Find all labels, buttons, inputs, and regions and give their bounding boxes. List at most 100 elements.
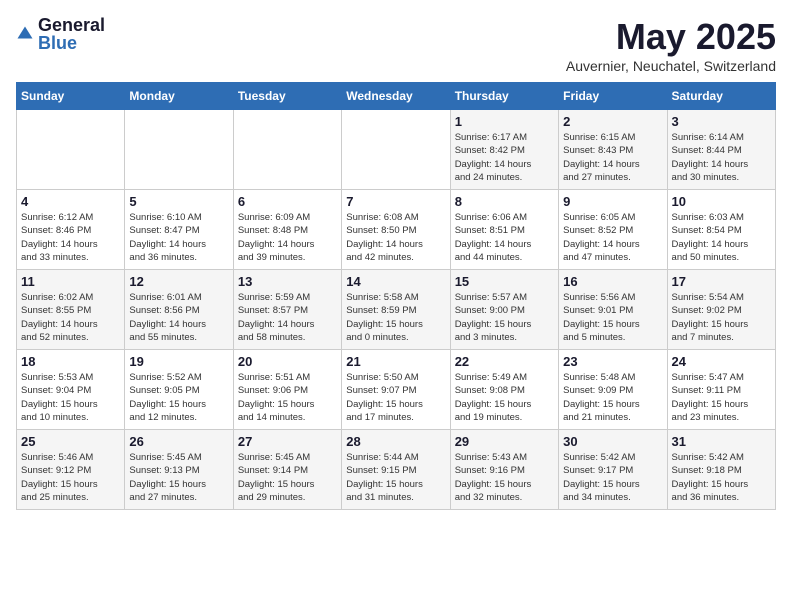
day-info: Sunrise: 6:09 AM Sunset: 8:48 PM Dayligh…	[238, 211, 337, 264]
day-info: Sunrise: 5:53 AM Sunset: 9:04 PM Dayligh…	[21, 371, 120, 424]
header-cell-tuesday: Tuesday	[233, 83, 341, 110]
day-info: Sunrise: 5:47 AM Sunset: 9:11 PM Dayligh…	[672, 371, 771, 424]
day-number: 31	[672, 434, 771, 449]
day-number: 7	[346, 194, 445, 209]
calendar-cell: 8 Sunrise: 6:06 AM Sunset: 8:51 PM Daylig…	[450, 190, 558, 270]
header-cell-wednesday: Wednesday	[342, 83, 450, 110]
calendar-cell: 29 Sunrise: 5:43 AM Sunset: 9:16 PM Dayli…	[450, 430, 558, 510]
calendar-cell: 21Sunrise: 5:50 AM Sunset: 9:07 PM Dayli…	[342, 350, 450, 430]
day-info: Sunrise: 5:45 AM Sunset: 9:13 PM Dayligh…	[129, 451, 228, 504]
day-number: 8	[455, 194, 554, 209]
calendar-row-5: 25 Sunrise: 5:46 AM Sunset: 9:12 PM Dayli…	[17, 430, 776, 510]
header-cell-monday: Monday	[125, 83, 233, 110]
day-info: Sunrise: 5:57 AM Sunset: 9:00 PM Dayligh…	[455, 291, 554, 344]
calendar-subtitle: Auvernier, Neuchatel, Switzerland	[566, 58, 776, 74]
calendar-cell: 10 Sunrise: 6:03 AM Sunset: 8:54 PM Dayli…	[667, 190, 775, 270]
day-number: 16	[563, 274, 662, 289]
logo-general: General	[38, 16, 105, 34]
day-info: Sunrise: 5:58 AM Sunset: 8:59 PM Dayligh…	[346, 291, 445, 344]
day-number: 22	[455, 354, 554, 369]
calendar-body: 1 Sunrise: 6:17 AM Sunset: 8:42 PM Daylig…	[17, 110, 776, 510]
calendar-row-2: 4Sunrise: 6:12 AM Sunset: 8:46 PM Daylig…	[17, 190, 776, 270]
day-info: Sunrise: 6:03 AM Sunset: 8:54 PM Dayligh…	[672, 211, 771, 264]
day-info: Sunrise: 6:15 AM Sunset: 8:43 PM Dayligh…	[563, 131, 662, 184]
day-info: Sunrise: 5:49 AM Sunset: 9:08 PM Dayligh…	[455, 371, 554, 424]
day-number: 5	[129, 194, 228, 209]
calendar-cell: 17Sunrise: 5:54 AM Sunset: 9:02 PM Dayli…	[667, 270, 775, 350]
day-info: Sunrise: 5:42 AM Sunset: 9:17 PM Dayligh…	[563, 451, 662, 504]
day-info: Sunrise: 5:56 AM Sunset: 9:01 PM Dayligh…	[563, 291, 662, 344]
day-number: 3	[672, 114, 771, 129]
day-number: 10	[672, 194, 771, 209]
day-info: Sunrise: 5:52 AM Sunset: 9:05 PM Dayligh…	[129, 371, 228, 424]
calendar-cell: 13Sunrise: 5:59 AM Sunset: 8:57 PM Dayli…	[233, 270, 341, 350]
calendar-title: May 2025	[566, 16, 776, 58]
day-info: Sunrise: 5:46 AM Sunset: 9:12 PM Dayligh…	[21, 451, 120, 504]
day-number: 6	[238, 194, 337, 209]
day-number: 13	[238, 274, 337, 289]
day-number: 11	[21, 274, 120, 289]
day-info: Sunrise: 6:08 AM Sunset: 8:50 PM Dayligh…	[346, 211, 445, 264]
day-info: Sunrise: 6:05 AM Sunset: 8:52 PM Dayligh…	[563, 211, 662, 264]
day-info: Sunrise: 6:12 AM Sunset: 8:46 PM Dayligh…	[21, 211, 120, 264]
day-number: 25	[21, 434, 120, 449]
day-info: Sunrise: 5:48 AM Sunset: 9:09 PM Dayligh…	[563, 371, 662, 424]
day-number: 27	[238, 434, 337, 449]
day-number: 15	[455, 274, 554, 289]
day-info: Sunrise: 6:10 AM Sunset: 8:47 PM Dayligh…	[129, 211, 228, 264]
header-cell-sunday: Sunday	[17, 83, 125, 110]
day-number: 9	[563, 194, 662, 209]
day-number: 19	[129, 354, 228, 369]
calendar-table: SundayMondayTuesdayWednesdayThursdayFrid…	[16, 82, 776, 510]
day-number: 1	[455, 114, 554, 129]
day-info: Sunrise: 5:45 AM Sunset: 9:14 PM Dayligh…	[238, 451, 337, 504]
day-number: 23	[563, 354, 662, 369]
header-cell-friday: Friday	[559, 83, 667, 110]
day-info: Sunrise: 6:01 AM Sunset: 8:56 PM Dayligh…	[129, 291, 228, 344]
header-cell-saturday: Saturday	[667, 83, 775, 110]
calendar-cell	[17, 110, 125, 190]
day-number: 14	[346, 274, 445, 289]
logo-text: General Blue	[38, 16, 105, 52]
day-number: 30	[563, 434, 662, 449]
day-number: 20	[238, 354, 337, 369]
day-info: Sunrise: 6:14 AM Sunset: 8:44 PM Dayligh…	[672, 131, 771, 184]
calendar-cell: 24 Sunrise: 5:47 AM Sunset: 9:11 PM Dayli…	[667, 350, 775, 430]
day-number: 29	[455, 434, 554, 449]
calendar-cell: 20 Sunrise: 5:51 AM Sunset: 9:06 PM Dayli…	[233, 350, 341, 430]
day-number: 28	[346, 434, 445, 449]
day-number: 17	[672, 274, 771, 289]
calendar-cell: 12Sunrise: 6:01 AM Sunset: 8:56 PM Dayli…	[125, 270, 233, 350]
calendar-row-4: 18Sunrise: 5:53 AM Sunset: 9:04 PM Dayli…	[17, 350, 776, 430]
day-number: 21	[346, 354, 445, 369]
calendar-cell: 14 Sunrise: 5:58 AM Sunset: 8:59 PM Dayli…	[342, 270, 450, 350]
day-number: 24	[672, 354, 771, 369]
calendar-cell: 6 Sunrise: 6:09 AM Sunset: 8:48 PM Daylig…	[233, 190, 341, 270]
calendar-header: SundayMondayTuesdayWednesdayThursdayFrid…	[17, 83, 776, 110]
calendar-cell: 11Sunrise: 6:02 AM Sunset: 8:55 PM Dayli…	[17, 270, 125, 350]
day-number: 26	[129, 434, 228, 449]
header-cell-thursday: Thursday	[450, 83, 558, 110]
day-info: Sunrise: 5:43 AM Sunset: 9:16 PM Dayligh…	[455, 451, 554, 504]
logo-blue: Blue	[38, 34, 105, 52]
calendar-cell	[125, 110, 233, 190]
calendar-cell	[233, 110, 341, 190]
calendar-row-3: 11Sunrise: 6:02 AM Sunset: 8:55 PM Dayli…	[17, 270, 776, 350]
calendar-cell: 27 Sunrise: 5:45 AM Sunset: 9:14 PM Dayli…	[233, 430, 341, 510]
calendar-cell: 16 Sunrise: 5:56 AM Sunset: 9:01 PM Dayli…	[559, 270, 667, 350]
calendar-cell	[342, 110, 450, 190]
calendar-cell: 5 Sunrise: 6:10 AM Sunset: 8:47 PM Daylig…	[125, 190, 233, 270]
day-info: Sunrise: 5:44 AM Sunset: 9:15 PM Dayligh…	[346, 451, 445, 504]
day-info: Sunrise: 6:06 AM Sunset: 8:51 PM Dayligh…	[455, 211, 554, 264]
calendar-cell: 28 Sunrise: 5:44 AM Sunset: 9:15 PM Dayli…	[342, 430, 450, 510]
calendar-cell: 3 Sunrise: 6:14 AM Sunset: 8:44 PM Daylig…	[667, 110, 775, 190]
day-info: Sunrise: 5:51 AM Sunset: 9:06 PM Dayligh…	[238, 371, 337, 424]
calendar-cell: 2Sunrise: 6:15 AM Sunset: 8:43 PM Daylig…	[559, 110, 667, 190]
calendar-cell: 7 Sunrise: 6:08 AM Sunset: 8:50 PM Daylig…	[342, 190, 450, 270]
calendar-cell: 30 Sunrise: 5:42 AM Sunset: 9:17 PM Dayli…	[559, 430, 667, 510]
calendar-cell: 15 Sunrise: 5:57 AM Sunset: 9:00 PM Dayli…	[450, 270, 558, 350]
day-info: Sunrise: 6:17 AM Sunset: 8:42 PM Dayligh…	[455, 131, 554, 184]
calendar-cell: 18Sunrise: 5:53 AM Sunset: 9:04 PM Dayli…	[17, 350, 125, 430]
logo: General Blue	[16, 16, 105, 52]
calendar-cell: 9 Sunrise: 6:05 AM Sunset: 8:52 PM Daylig…	[559, 190, 667, 270]
